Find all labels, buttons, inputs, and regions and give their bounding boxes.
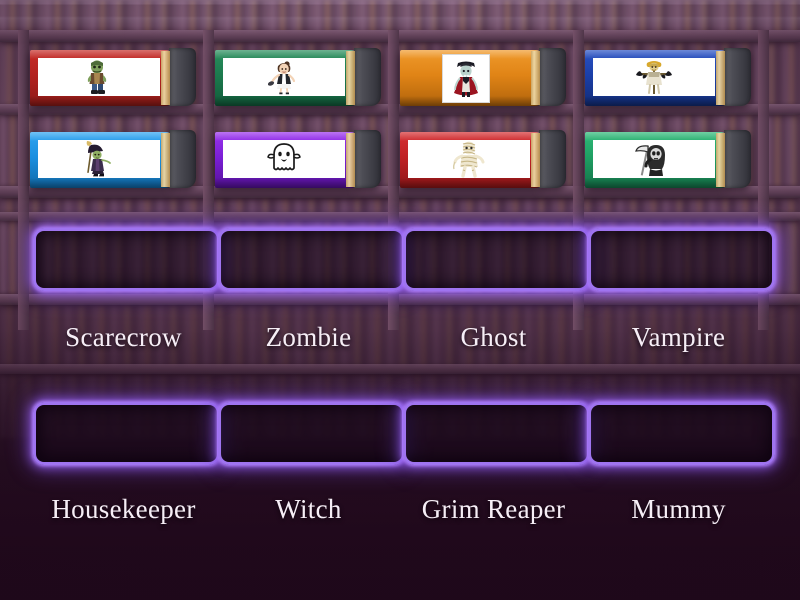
book-label: [593, 140, 715, 178]
book-card-ghost[interactable]: [215, 128, 381, 190]
book-gilt-edge: [161, 133, 170, 187]
shelf-plank: [0, 294, 800, 305]
shelf-plank: [0, 364, 800, 374]
book-pages: [539, 130, 566, 188]
background-book-row: [0, 0, 800, 34]
book-gilt-edge: [716, 133, 725, 187]
book-gilt-edge: [531, 133, 540, 187]
drop-slot-scarecrow[interactable]: [33, 228, 220, 291]
book-card-zombie[interactable]: [30, 46, 196, 108]
answer-label-scarecrow: Scarecrow: [65, 322, 182, 352]
shelf-plank: [0, 212, 800, 221]
book-card-mummy[interactable]: [400, 128, 566, 190]
drop-slot-mummy[interactable]: [588, 402, 775, 465]
book-card-witch[interactable]: [30, 128, 196, 190]
book-card-grim-reaper[interactable]: [585, 128, 751, 190]
drop-slot-grim-reaper[interactable]: [403, 402, 590, 465]
book-pages: [169, 48, 196, 106]
book-label: [38, 140, 160, 178]
answer-label-grim-reaper: Grim Reaper: [421, 494, 566, 524]
book-card-vampire[interactable]: [400, 46, 566, 108]
answer-label-zombie: Zombie: [265, 322, 352, 352]
book-label: [223, 140, 345, 178]
book-gilt-edge: [346, 133, 355, 187]
book-gilt-edge: [346, 51, 355, 105]
housekeeper-sprite: [267, 61, 296, 95]
book-label: [223, 58, 345, 96]
zombie-sprite: [87, 60, 107, 94]
answer-label-mummy: Mummy: [631, 494, 726, 524]
grim-reaper-sprite: [635, 145, 665, 176]
ghost-sprite: [267, 143, 301, 171]
shelf-post: [18, 30, 29, 330]
book-gilt-edge: [531, 51, 540, 105]
answer-label-housekeeper: Housekeeper: [51, 494, 196, 524]
book-gilt-edge: [161, 51, 170, 105]
answer-label-vampire: Vampire: [631, 322, 726, 352]
mummy-sprite: [452, 141, 485, 178]
scarecrow-sprite: [636, 61, 672, 94]
witch-sprite: [86, 141, 111, 177]
book-pages: [724, 130, 751, 188]
drop-slot-vampire[interactable]: [588, 228, 775, 291]
answer-label-ghost: Ghost: [460, 322, 527, 352]
book-pages: [354, 130, 381, 188]
answer-label-witch: Witch: [275, 494, 342, 524]
book-pages: [724, 48, 751, 106]
book-card-housekeeper[interactable]: [215, 46, 381, 108]
activity-stage: Scarecrow Zombie Ghost Vampire Housekeep…: [0, 0, 800, 600]
book-label: [593, 58, 715, 96]
vampire-sprite: [454, 61, 478, 97]
book-pages: [169, 130, 196, 188]
book-gilt-edge: [716, 51, 725, 105]
book-card-scarecrow[interactable]: [585, 46, 751, 108]
drop-slot-ghost[interactable]: [403, 228, 590, 291]
drop-slot-housekeeper[interactable]: [33, 402, 220, 465]
book-label: [442, 54, 490, 103]
drop-slot-zombie[interactable]: [218, 228, 405, 291]
book-label: [408, 140, 530, 178]
shelf-plank: [0, 30, 800, 42]
book-pages: [539, 48, 566, 106]
book-pages: [354, 48, 381, 106]
book-label: [38, 58, 160, 96]
drop-slot-witch[interactable]: [218, 402, 405, 465]
